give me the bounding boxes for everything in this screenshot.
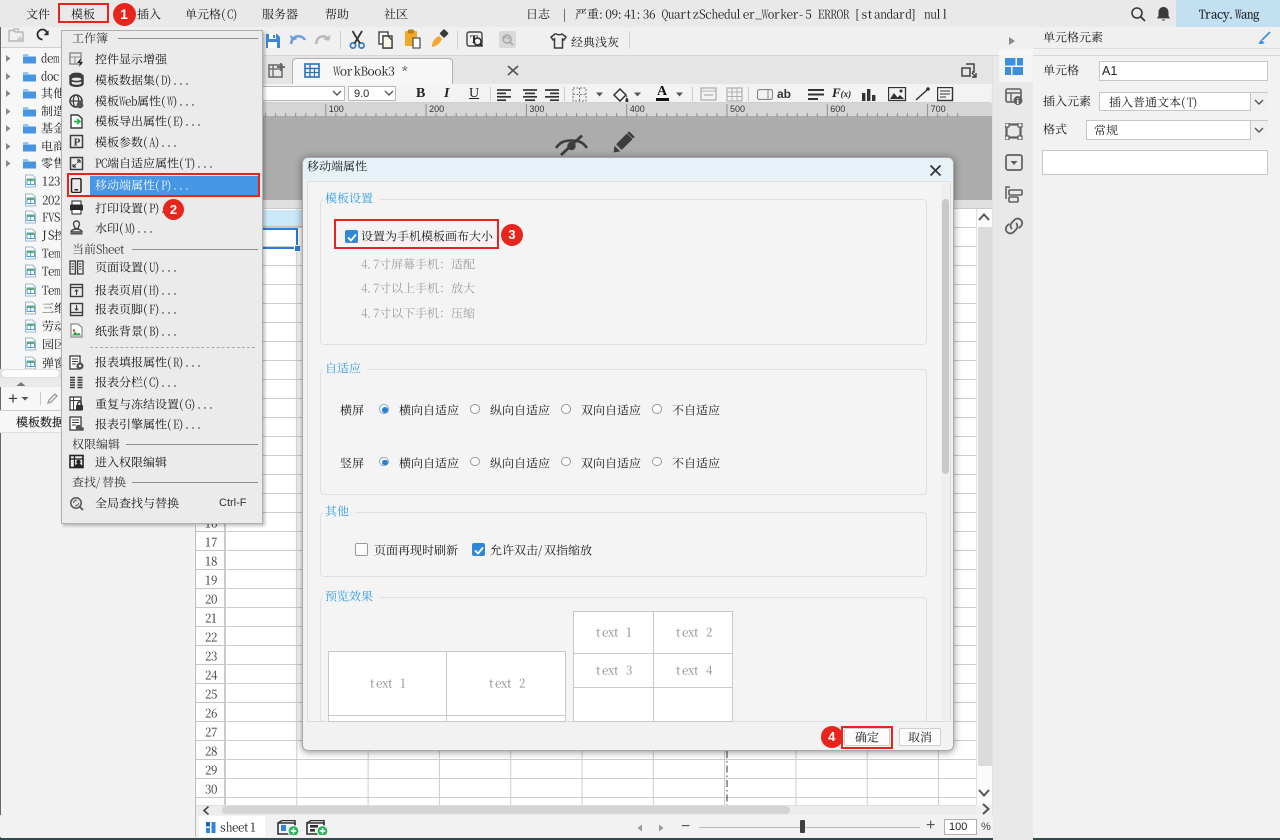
svg-text:P: P: [74, 137, 81, 149]
